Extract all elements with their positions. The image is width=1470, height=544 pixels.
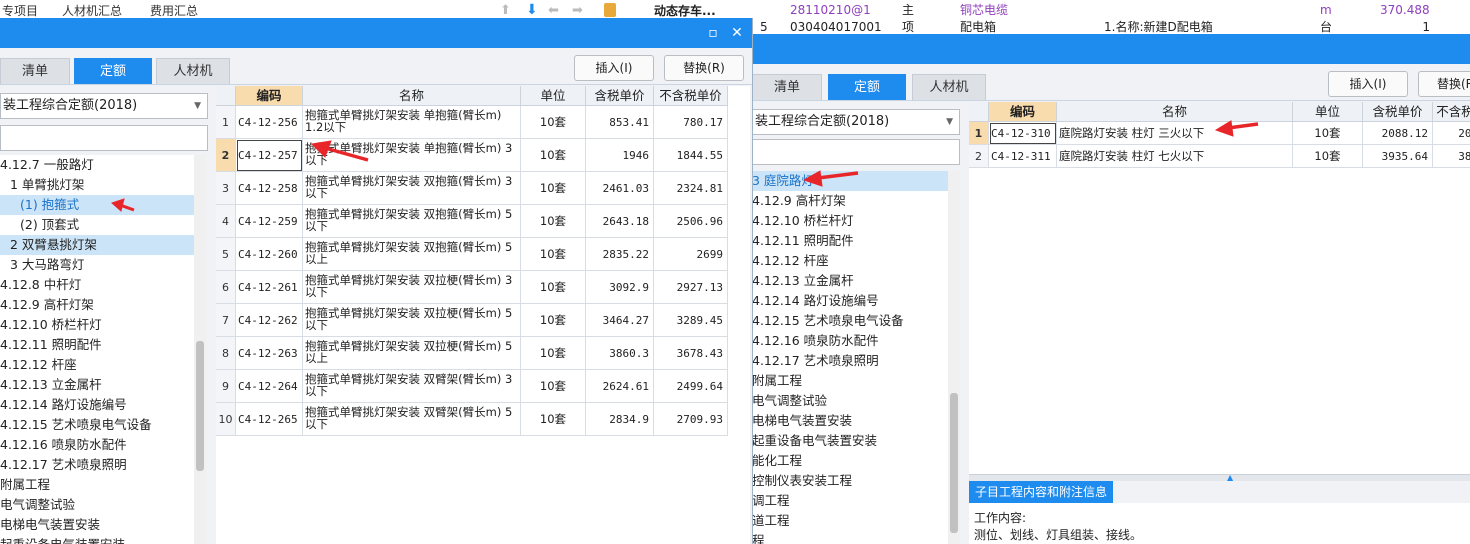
red-arrow-left-tree <box>111 198 135 212</box>
red-arrow-right-grid <box>1214 120 1259 137</box>
annotation-arrows <box>111 120 1259 212</box>
red-arrow-left-grid <box>310 140 369 162</box>
red-arrow-right-tree <box>802 170 859 187</box>
